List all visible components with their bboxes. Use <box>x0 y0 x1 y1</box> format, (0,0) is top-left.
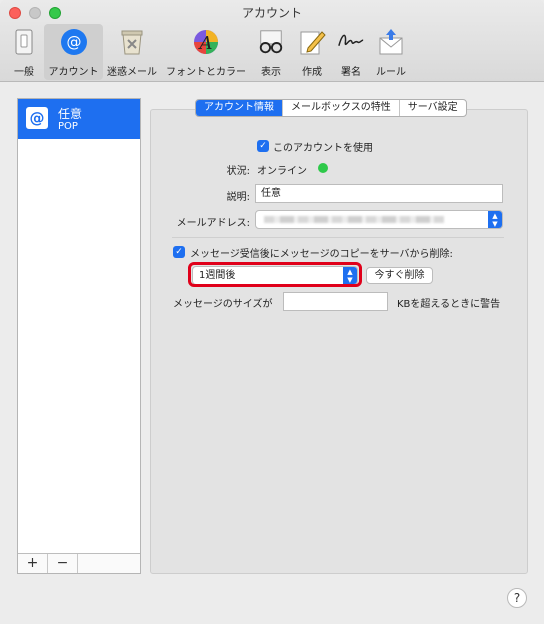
toolbar-composing[interactable]: 作成 <box>294 24 330 80</box>
svg-text:@: @ <box>66 33 81 51</box>
at-sign-icon: @ <box>60 28 88 56</box>
toolbar-label: アカウント <box>48 67 99 78</box>
toolbar-label: 作成 <box>302 67 322 78</box>
account-row-selected[interactable]: @ 任意 POP <box>18 99 140 139</box>
email-label: メールアドレス: <box>176 218 250 229</box>
glasses-icon <box>257 28 285 56</box>
title-bar: アカウント 一般 @ アカウント 迷惑メール A フォントとカラー 表示 作成 … <box>0 0 544 82</box>
font-icon: A <box>192 28 220 56</box>
status-online-indicator <box>318 163 328 173</box>
toolbar-label: フォントとカラー <box>166 67 246 78</box>
description-label: 説明: <box>226 192 250 203</box>
highlight-annotation <box>188 262 362 287</box>
settings-panel <box>150 109 528 574</box>
at-sign-icon: @ <box>26 107 48 129</box>
tab-mailbox-behaviors[interactable]: メールボックスの特性 <box>283 100 400 116</box>
size-warning-suffix: KBを超えるときに警告 <box>397 299 501 310</box>
toolbar-general[interactable]: 一般 <box>6 24 42 80</box>
toolbar-label: 一般 <box>14 67 34 78</box>
status-value: オンライン <box>257 166 307 177</box>
window-title: アカウント <box>241 6 302 20</box>
settings-tabs: アカウント情報 メールボックスの特性 サーバ設定 <box>195 99 467 117</box>
rules-icon <box>377 28 405 56</box>
size-warning-label: メッセージのサイズが <box>173 299 273 310</box>
toolbar-junk[interactable]: 迷惑メール <box>104 24 160 80</box>
enable-account-checkbox[interactable]: ✓ <box>257 140 269 152</box>
delete-from-server-checkbox[interactable]: ✓ <box>173 246 185 258</box>
size-warning-field[interactable] <box>283 292 388 311</box>
svg-text:A: A <box>198 33 213 54</box>
toolbar-accounts[interactable]: @ アカウント <box>44 24 103 80</box>
tab-account-info[interactable]: アカウント情報 <box>196 100 283 116</box>
email-address-popup[interactable]: ▲ ▼ <box>255 210 503 229</box>
remove-account-button[interactable]: − <box>48 554 78 573</box>
toolbar-rules[interactable]: ルール <box>372 24 410 80</box>
tab-server-settings[interactable]: サーバ設定 <box>400 100 466 116</box>
pencil-icon <box>298 28 326 56</box>
toolbar-label: ルール <box>376 67 406 78</box>
toolbar-fonts[interactable]: A フォントとカラー <box>163 24 249 80</box>
trash-icon <box>118 28 146 56</box>
enable-account-label: このアカウントを使用 <box>273 143 373 154</box>
preferences-window: アカウント 一般 @ アカウント 迷惑メール A フォントとカラー 表示 作成 … <box>0 0 544 624</box>
chevron-updown-icon: ▲ ▼ <box>488 211 502 228</box>
separator <box>172 237 504 238</box>
description-field[interactable]: 任意 <box>255 184 503 203</box>
toolbar-label: 迷惑メール <box>107 67 157 78</box>
delete-now-button[interactable]: 今すぐ削除 <box>366 267 433 284</box>
account-type: POP <box>58 121 78 132</box>
add-account-button[interactable]: + <box>18 554 48 573</box>
email-address-redacted <box>264 216 444 223</box>
account-name: 任意 <box>58 107 83 121</box>
toolbar-viewing[interactable]: 表示 <box>252 24 290 80</box>
signature-icon <box>337 28 365 56</box>
account-list[interactable]: @ 任意 POP + − <box>17 98 141 574</box>
status-label: 状況: <box>226 166 250 177</box>
switch-icon <box>10 28 38 56</box>
toolbar-label: 表示 <box>261 67 281 78</box>
toolbar-signatures[interactable]: 署名 <box>333 24 369 80</box>
help-button[interactable]: ? <box>507 588 527 608</box>
delete-from-server-label: メッセージ受信後にメッセージのコピーをサーバから削除: <box>190 249 453 260</box>
toolbar-label: 署名 <box>341 67 361 78</box>
account-list-footer: + − <box>18 553 140 573</box>
